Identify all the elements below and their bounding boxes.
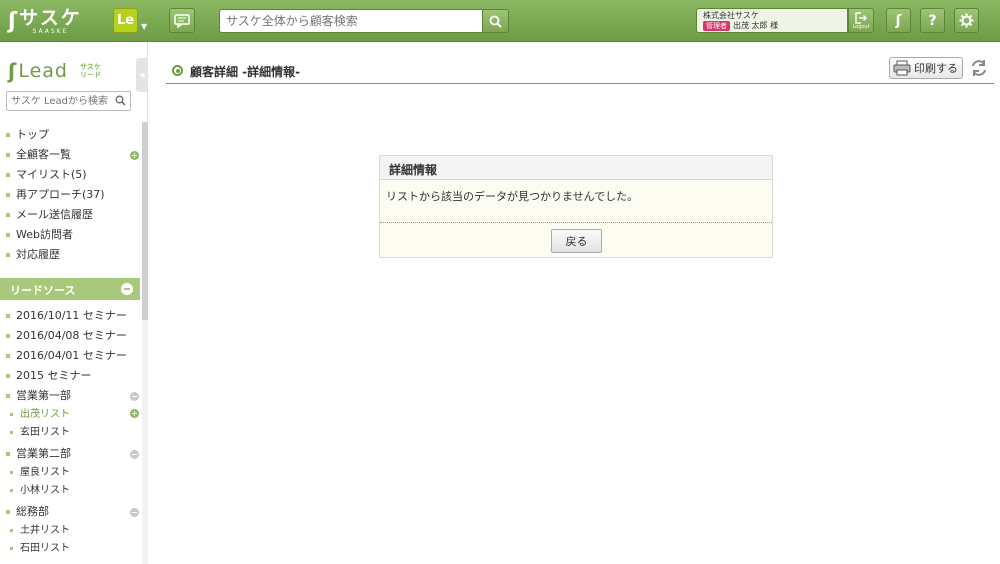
detail-panel: 詳細情報 リストから該当のデータが見つかりませんでした。 戻る	[379, 155, 773, 258]
top-bar: ʃ サスケ SAASKE Le ▼ 株式会社サスケ 管理者出茂 太郎 様 Log…	[0, 0, 1000, 42]
sidebar-collapse-button[interactable]: ◀	[136, 58, 148, 92]
app-switch-button[interactable]: Le	[113, 8, 138, 33]
help-icon: ?	[928, 12, 937, 29]
company-name: 株式会社サスケ	[703, 11, 759, 20]
list-item[interactable]: 玄田リスト	[10, 423, 70, 438]
list-item[interactable]: 出茂リスト	[10, 405, 70, 420]
sidebar-item-mail-history[interactable]: メール送信履歴	[6, 206, 93, 222]
logo-sub-text: SAASKE	[32, 27, 69, 35]
sidebar-item-reapproach[interactable]: 再アプローチ(37)	[6, 186, 105, 202]
printer-icon	[893, 60, 911, 76]
sidebar-search-input[interactable]	[6, 91, 131, 111]
print-button[interactable]: 印刷する	[889, 57, 963, 79]
saaske-home-button[interactable]: ʃ	[886, 8, 911, 33]
sidebar-scrollbar[interactable]	[142, 122, 148, 564]
source-item[interactable]: 2016/04/08 セミナー	[6, 327, 127, 343]
refresh-icon[interactable]	[969, 58, 989, 78]
divider	[380, 222, 772, 223]
sidebar-item-mylist[interactable]: マイリスト(5)	[6, 166, 87, 182]
saaske-s-icon: ʃ	[895, 12, 902, 29]
lead-logo-text: Lead	[18, 60, 68, 82]
list-item[interactable]: 小林リスト	[10, 481, 70, 496]
help-button[interactable]: ?	[920, 8, 945, 33]
collapse-icon[interactable]	[130, 508, 139, 517]
user-name: 出茂 太郎 様	[733, 21, 779, 30]
not-found-message: リストから該当のデータが見つかりませんでした。	[386, 190, 639, 203]
lead-logo[interactable]: ʃ Lead サスケ リード	[8, 59, 101, 83]
lead-kana-bottom: リード	[79, 71, 101, 79]
global-search-input[interactable]	[219, 9, 483, 33]
logout-button[interactable]: Logout	[848, 8, 874, 33]
sidebar: ʃ Lead サスケ リード ◀ トップ 全顧客一覧 + マイリスト(5) 再ア…	[0, 42, 148, 564]
sidebar-item-web-visitors[interactable]: Web訪問者	[6, 226, 73, 242]
back-button[interactable]: 戻る	[551, 229, 602, 253]
group-sales-1[interactable]: 営業第一部	[6, 387, 71, 403]
lead-kana-top: サスケ	[80, 63, 101, 71]
title-bullet-icon	[172, 65, 183, 76]
lead-source-header[interactable]: リードソース	[0, 278, 140, 300]
list-item[interactable]: 土井リスト	[10, 521, 70, 536]
saaske-s-icon: ʃ	[8, 8, 18, 34]
page-title: 顧客詳細 -詳細情報-	[190, 65, 301, 79]
chevron-left-icon: ◀	[139, 71, 145, 79]
logo-main-text: サスケ	[19, 6, 82, 29]
sidebar-item-all-customers[interactable]: 全顧客一覧	[6, 146, 71, 162]
page-title-bar: 顧客詳細 -詳細情報-	[166, 58, 994, 84]
add-icon[interactable]: +	[130, 409, 139, 418]
source-item[interactable]: 2016/10/11 セミナー	[6, 307, 127, 323]
chevron-down-icon[interactable]: ▼	[141, 22, 147, 31]
search-icon[interactable]	[115, 95, 126, 106]
source-item[interactable]: 2016/04/01 セミナー	[6, 347, 127, 363]
message-button[interactable]	[169, 8, 195, 33]
sidebar-item-response-history[interactable]: 対応履歴	[6, 246, 60, 262]
group-general-affairs[interactable]: 総務部	[6, 503, 49, 519]
lead-s-icon: ʃ	[8, 59, 17, 83]
logout-icon	[855, 11, 867, 24]
message-icon	[174, 13, 190, 28]
user-info[interactable]: 株式会社サスケ 管理者 出茂 太郎 様	[696, 8, 848, 33]
role-badge: 管理者	[703, 21, 730, 31]
collapse-icon[interactable]	[121, 283, 133, 295]
search-icon	[489, 15, 502, 28]
list-item[interactable]: 石田リスト	[10, 539, 70, 554]
collapse-icon[interactable]	[130, 450, 139, 459]
add-icon[interactable]: +	[130, 151, 139, 160]
collapse-icon[interactable]	[130, 392, 139, 401]
list-item[interactable]: 屋良リスト	[10, 463, 70, 478]
print-label: 印刷する	[914, 62, 958, 75]
source-item[interactable]: 2015 セミナー	[6, 367, 92, 383]
global-search-button[interactable]	[482, 9, 509, 33]
logout-label: Logout	[852, 23, 870, 30]
panel-title: 詳細情報	[380, 156, 772, 180]
sidebar-item-top[interactable]: トップ	[6, 126, 49, 142]
settings-button[interactable]	[954, 8, 979, 33]
group-sales-2[interactable]: 営業第二部	[6, 445, 71, 461]
scrollbar-thumb[interactable]	[142, 122, 148, 320]
gear-icon	[959, 13, 974, 28]
saaske-logo[interactable]: ʃ サスケ SAASKE	[8, 7, 82, 35]
